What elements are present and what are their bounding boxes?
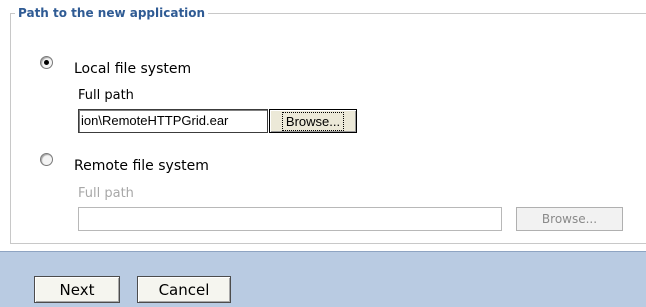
- local-browse-button[interactable]: Browse...: [269, 109, 357, 133]
- remote-full-path-input[interactable]: [78, 207, 502, 231]
- remote-browse-label: Browse...: [541, 212, 598, 226]
- remote-full-path-label: Full path: [78, 186, 134, 201]
- local-file-system-label[interactable]: Local file system: [74, 61, 191, 77]
- cancel-button-label: Cancel: [158, 280, 210, 299]
- next-button-label: Next: [59, 280, 95, 299]
- next-button[interactable]: Next: [34, 276, 120, 303]
- local-file-system-radio[interactable]: [40, 56, 53, 69]
- wizard-panel: Path to the new application Local file s…: [0, 0, 646, 252]
- remote-browse-button[interactable]: Browse...: [516, 207, 623, 231]
- cancel-button[interactable]: Cancel: [137, 276, 231, 303]
- local-full-path-label: Full path: [78, 88, 134, 103]
- section-title: Path to the new application: [18, 6, 206, 20]
- remote-file-system-radio[interactable]: [40, 153, 53, 166]
- local-browse-label: Browse...: [281, 111, 345, 131]
- wizard-footer: Next Cancel: [0, 252, 646, 307]
- local-full-path-input[interactable]: ion\RemoteHTTPGrid.ear: [78, 109, 268, 133]
- remote-file-system-label[interactable]: Remote file system: [74, 158, 209, 174]
